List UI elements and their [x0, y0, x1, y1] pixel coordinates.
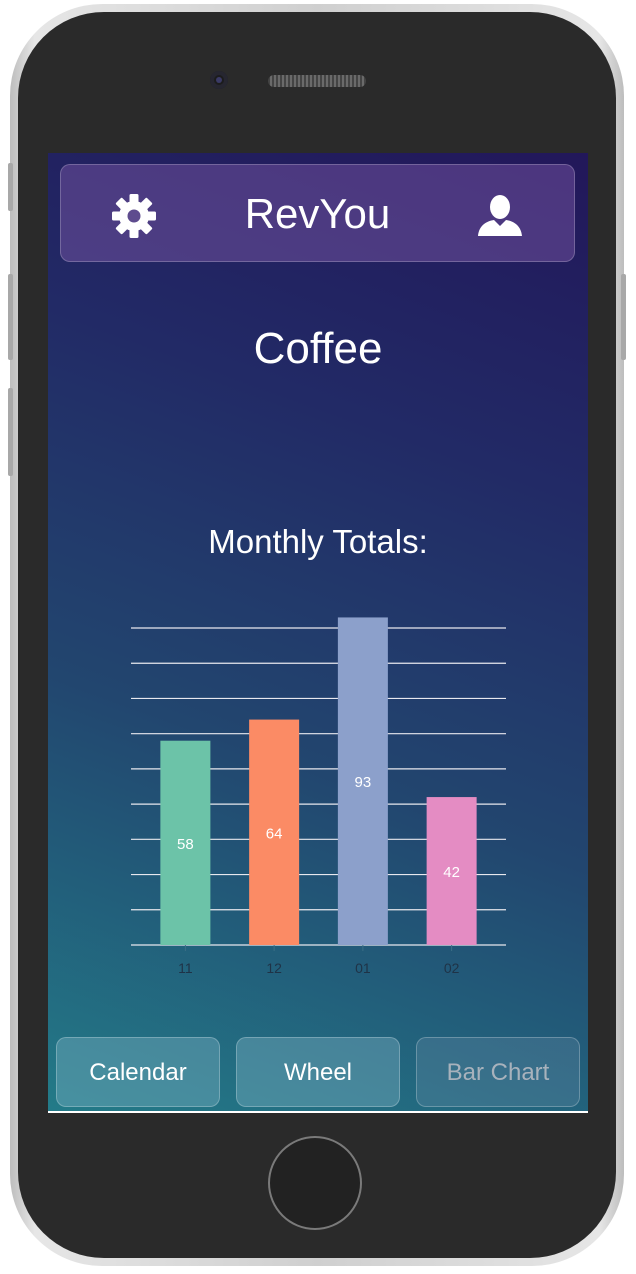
mute-switch	[8, 163, 13, 211]
front-camera	[210, 71, 228, 89]
screen-edge	[48, 1111, 588, 1113]
bar-value-label: 64	[266, 825, 283, 842]
x-tick-label: 12	[266, 960, 282, 976]
profile-button[interactable]	[475, 191, 525, 241]
x-tick-label: 02	[444, 960, 460, 976]
calendar-button[interactable]: Calendar	[56, 1037, 220, 1107]
app-header: RevYou	[60, 164, 575, 262]
bar-value-label: 42	[443, 864, 460, 881]
app-screen: RevYou Coffee Monthly Totals: 58 11 64 12 93…	[48, 153, 588, 1113]
user-icon	[478, 195, 522, 236]
earpiece-speaker	[268, 75, 366, 87]
home-button[interactable]	[268, 1136, 362, 1230]
volume-down-button	[8, 388, 13, 476]
bar-value-label: 58	[177, 836, 194, 853]
bar-chart: 58 11 64 12 93 01 42 02	[131, 617, 506, 976]
wheel-button[interactable]: Wheel	[236, 1037, 400, 1107]
bar-value-label: 93	[355, 774, 372, 791]
volume-up-button	[8, 274, 13, 360]
x-tick-label: 11	[178, 960, 193, 976]
x-tick-label: 01	[355, 960, 371, 976]
page-title: Coffee	[253, 324, 383, 373]
bar-chart-button[interactable]: Bar Chart	[416, 1037, 580, 1107]
chart-title: Monthly Totals:	[208, 523, 428, 560]
power-button	[621, 274, 626, 360]
